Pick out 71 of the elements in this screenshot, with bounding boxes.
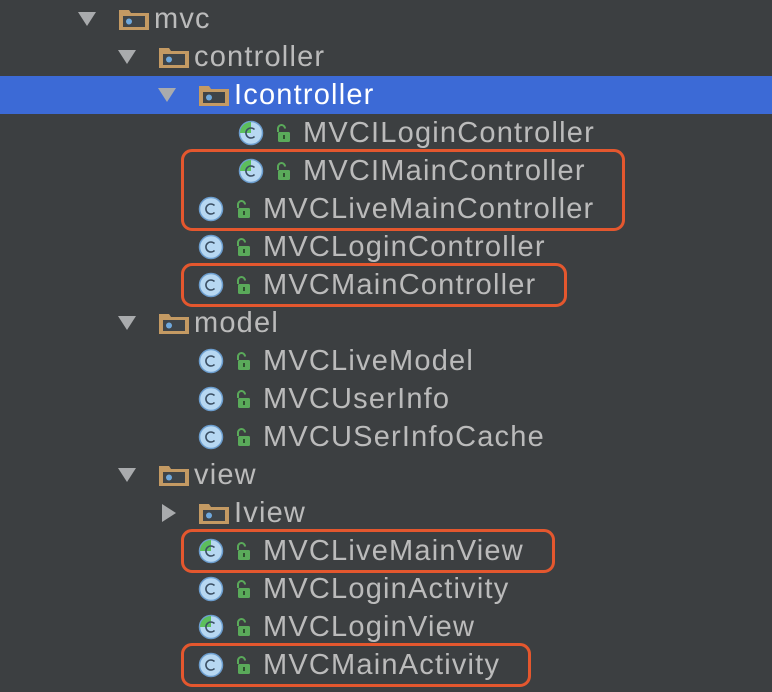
folder-icon (158, 311, 190, 335)
tree-row[interactable]: controller (0, 38, 772, 76)
class-icon (198, 348, 224, 374)
tree-row[interactable]: Iview (0, 494, 772, 532)
selected-tree-row[interactable]: Icontroller (0, 76, 772, 114)
lock-icon (235, 427, 251, 447)
class-icon (198, 576, 224, 602)
collapse-arrow-icon[interactable] (118, 468, 136, 482)
lock-icon (235, 541, 251, 561)
interface-class-icon (198, 538, 224, 564)
class-icon (198, 234, 224, 260)
tree-row[interactable]: MVCMainActivity (158, 646, 500, 684)
class-icon (198, 196, 224, 222)
tree-item-label: MVCUSerInfoCache (263, 422, 545, 452)
tree-item-label: MVCLiveModel (263, 346, 474, 376)
tree-item-label: Iview (234, 498, 306, 528)
tree-row[interactable]: mvc (0, 0, 772, 38)
collapse-arrow-icon[interactable] (118, 50, 136, 64)
tree-item-label: MVCIMainController (303, 156, 586, 186)
lock-icon (235, 199, 251, 219)
tree-item-label: MVCLiveMainView (263, 536, 524, 566)
tree-row[interactable]: MVCUSerInfoCache (0, 418, 772, 456)
tree-row[interactable]: MVCLoginActivity (0, 570, 772, 608)
tree-item-label: view (194, 460, 257, 490)
expand-arrow-icon[interactable] (162, 504, 176, 522)
interface-class-icon (198, 614, 224, 640)
tree-row[interactable]: view (0, 456, 772, 494)
tree-item-label: MVCLoginView (263, 612, 476, 642)
tree-row[interactable]: model (0, 304, 772, 342)
folder-icon (198, 501, 230, 525)
tree-row[interactable]: MVCIMainController (198, 152, 594, 190)
folder-icon (158, 463, 190, 487)
class-icon (198, 424, 224, 450)
tree-item-label: MVCLoginController (263, 232, 546, 262)
lock-icon (235, 617, 251, 637)
tree-row[interactable]: MVCLoginView (0, 608, 772, 646)
tree-item-label: Icontroller (234, 80, 375, 110)
tree-row[interactable]: MVCLiveMainController (158, 190, 594, 228)
interface-class-icon (238, 158, 264, 184)
tree-item-label: controller (194, 42, 326, 72)
tree-item-label: MVCLiveMainController (263, 194, 594, 224)
tree-item-label: MVCMainController (263, 270, 536, 300)
lock-icon (235, 351, 251, 371)
lock-icon (235, 389, 251, 409)
tree-item-label: mvc (154, 4, 211, 34)
lock-icon (235, 579, 251, 599)
tree-item-label: MVCILoginController (303, 118, 595, 148)
lock-icon (275, 161, 291, 181)
collapse-arrow-icon[interactable] (78, 12, 96, 26)
lock-icon (235, 237, 251, 257)
lock-icon (275, 123, 291, 143)
tree-item-label: MVCMainActivity (263, 650, 500, 680)
interface-class-icon (238, 120, 264, 146)
tree-item-label: model (194, 308, 279, 338)
tree-row[interactable]: MVCLiveModel (0, 342, 772, 380)
tree-row[interactable]: MVCMainController (158, 266, 536, 304)
folder-icon (118, 7, 150, 31)
tree-row[interactable]: MVCILoginController (0, 114, 772, 152)
tree-row[interactable]: MVCLiveMainView (158, 532, 524, 570)
tree-item-label: MVCUserInfo (263, 384, 450, 414)
tree-item-label: MVCLoginActivity (263, 574, 510, 604)
tree-row[interactable]: MVCUserInfo (0, 380, 772, 418)
lock-icon (235, 275, 251, 295)
tree-row[interactable]: MVCLoginController (0, 228, 772, 266)
folder-icon (198, 83, 230, 107)
class-icon (198, 386, 224, 412)
lock-icon (235, 655, 251, 675)
collapse-arrow-icon[interactable] (118, 316, 136, 330)
class-icon (198, 652, 224, 678)
folder-icon (158, 45, 190, 69)
class-icon (198, 272, 224, 298)
